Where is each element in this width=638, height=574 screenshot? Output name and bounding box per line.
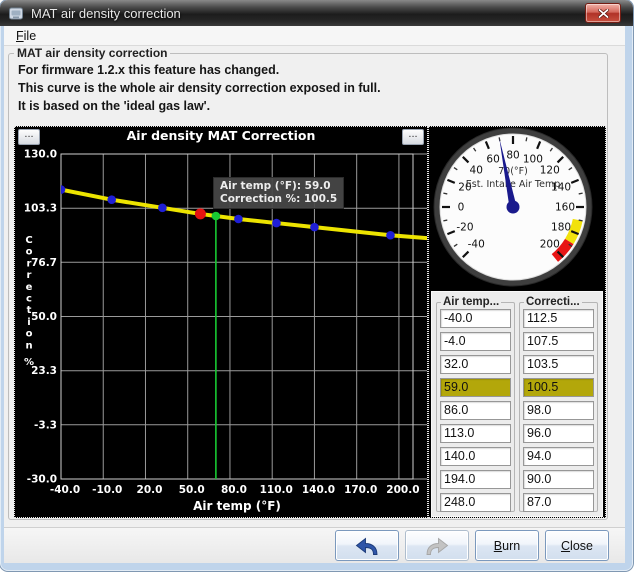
gauge-and-table-panel: -40-2002040608010012014016018020070(°F)E… <box>428 126 606 518</box>
window-title: MAT air density correction <box>31 6 181 21</box>
chart-panel[interactable]: -40.0 -10.0 20.0 50.0 80.0 110.0 140.0 170.0 200… <box>14 126 428 518</box>
svg-text:c: c <box>26 294 32 305</box>
air-temp-cells: -40.0 -4.0 32.0 59.0 86.0 113.0 140.0 194.0 248.… <box>440 309 511 512</box>
svg-text:-20: -20 <box>456 221 473 233</box>
dialog-window: MAT air density correction File MAT air … <box>0 0 633 571</box>
air-temp-cell[interactable]: 32.0 <box>440 355 511 374</box>
air-temp-cell[interactable]: 113.0 <box>440 424 511 443</box>
air-temp-cell[interactable]: -40.0 <box>440 309 511 328</box>
info-line-3: It is based on the 'ideal gas law'. <box>18 97 607 115</box>
title-bar[interactable]: MAT air density correction <box>0 0 633 26</box>
svg-text:r: r <box>27 270 32 281</box>
svg-text:r: r <box>27 258 32 269</box>
air-temp-column-header: Air temp... <box>441 296 501 308</box>
info-text: For firmware 1.2.x this feature has chan… <box>9 60 607 115</box>
svg-text:t: t <box>27 305 32 316</box>
info-line-2: This curve is the whole air density corr… <box>18 79 607 97</box>
chart-title: Air density MAT Correction <box>15 128 427 143</box>
tooltip-air-temp: Air temp (°F): 59.0 <box>220 180 337 193</box>
groupbox-title: MAT air density correction <box>14 46 170 60</box>
screen: MAT air density correction File MAT air … <box>0 0 638 574</box>
chart-tooltip: Air temp (°F): 59.0 Correction %: 100.5 <box>213 177 344 209</box>
correction-cell[interactable]: 107.5 <box>523 332 594 351</box>
svg-text:200.0: 200.0 <box>386 484 419 496</box>
svg-text:160: 160 <box>555 202 575 214</box>
correction-cell[interactable]: 94.0 <box>523 447 594 466</box>
chart-options-button-left[interactable]: ... <box>18 129 40 145</box>
air-temp-cell[interactable]: 140.0 <box>440 447 511 466</box>
svg-text:50.0: 50.0 <box>31 311 57 323</box>
close-dialog-button[interactable]: Close <box>545 530 609 561</box>
burn-button[interactable]: Burn <box>475 530 539 561</box>
redo-button[interactable] <box>405 530 469 561</box>
svg-text:76.7: 76.7 <box>31 257 57 269</box>
svg-text:n: n <box>25 340 32 351</box>
correction-cell[interactable]: 87.0 <box>523 493 594 512</box>
svg-text:%: % <box>24 357 34 368</box>
correction-cell[interactable]: 112.5 <box>523 309 594 328</box>
correction-cell-selected[interactable]: 100.5 <box>523 378 594 397</box>
svg-text:170.0: 170.0 <box>344 484 377 496</box>
close-icon <box>598 9 609 18</box>
close-button[interactable] <box>585 3 621 23</box>
redo-icon <box>423 534 451 558</box>
dialog-body: MAT air density correction For firmware … <box>4 46 625 563</box>
correction-cell[interactable]: 96.0 <box>523 424 594 443</box>
svg-text:-10.0: -10.0 <box>92 484 122 496</box>
svg-text:130.0: 130.0 <box>24 149 57 161</box>
svg-text:100: 100 <box>523 153 543 165</box>
svg-text:23.3: 23.3 <box>31 365 57 377</box>
air-temp-gauge: -40-2002040608010012014016018020070(°F)E… <box>429 127 605 289</box>
svg-text:50.0: 50.0 <box>179 484 205 496</box>
svg-text:40: 40 <box>470 165 483 177</box>
svg-text:120: 120 <box>540 165 560 177</box>
menu-bar: File <box>4 26 625 46</box>
correction-cell[interactable]: 98.0 <box>523 401 594 420</box>
correction-column: Correcti... 112.5 107.5 103.5 100.5 98.0 96.0… <box>519 296 598 512</box>
curve-data-table: Air temp... -40.0 -4.0 32.0 59.0 86.0 113.0 14… <box>431 291 603 517</box>
svg-text:80.0: 80.0 <box>221 484 247 496</box>
menu-file[interactable]: File <box>11 28 41 44</box>
correction-cell[interactable]: 103.5 <box>523 355 594 374</box>
undo-button[interactable] <box>335 530 399 561</box>
air-temp-column: Air temp... -40.0 -4.0 32.0 59.0 86.0 113.0 14… <box>436 296 515 512</box>
svg-text:-30.0: -30.0 <box>27 474 57 486</box>
svg-text:200: 200 <box>540 238 560 250</box>
svg-text:o: o <box>26 247 33 258</box>
svg-text:60: 60 <box>486 153 499 165</box>
svg-text:i: i <box>27 317 30 328</box>
svg-text:-3.3: -3.3 <box>34 419 57 431</box>
chart-options-button-right[interactable]: ... <box>402 129 424 145</box>
air-temp-cell[interactable]: 248.0 <box>440 493 511 512</box>
air-temp-cell[interactable]: -4.0 <box>440 332 511 351</box>
svg-text:20.0: 20.0 <box>137 484 163 496</box>
info-line-1: For firmware 1.2.x this feature has chan… <box>18 61 607 79</box>
svg-text:o: o <box>26 329 33 340</box>
svg-text:e: e <box>26 282 33 293</box>
svg-text:C: C <box>25 235 32 246</box>
svg-text:103.3: 103.3 <box>24 203 57 215</box>
button-bar: Burn Close <box>4 527 625 563</box>
svg-text:70(°F): 70(°F) <box>498 166 528 177</box>
svg-text:80: 80 <box>506 150 519 162</box>
svg-text:110.0: 110.0 <box>260 484 293 496</box>
app-icon[interactable] <box>8 6 24 21</box>
correction-cells: 112.5 107.5 103.5 100.5 98.0 96.0 94.0 90.0 87.0 <box>523 309 594 512</box>
svg-text:-40.0: -40.0 <box>50 484 80 496</box>
svg-text:Air temp (°F): Air temp (°F) <box>193 499 281 513</box>
tooltip-correction: Correction %: 100.5 <box>220 193 337 206</box>
svg-text:0: 0 <box>458 202 465 214</box>
svg-text:140.0: 140.0 <box>302 484 335 496</box>
air-temp-cell-selected[interactable]: 59.0 <box>440 378 511 397</box>
svg-text:180: 180 <box>551 221 571 233</box>
air-temp-cell[interactable]: 86.0 <box>440 401 511 420</box>
svg-text:-40: -40 <box>468 238 485 250</box>
correction-column-header: Correcti... <box>524 296 582 308</box>
correction-cell[interactable]: 90.0 <box>523 470 594 489</box>
air-temp-cell[interactable]: 194.0 <box>440 470 511 489</box>
svg-text:Est. Intake Air Temp: Est. Intake Air Temp <box>466 179 561 190</box>
undo-icon <box>353 534 381 558</box>
